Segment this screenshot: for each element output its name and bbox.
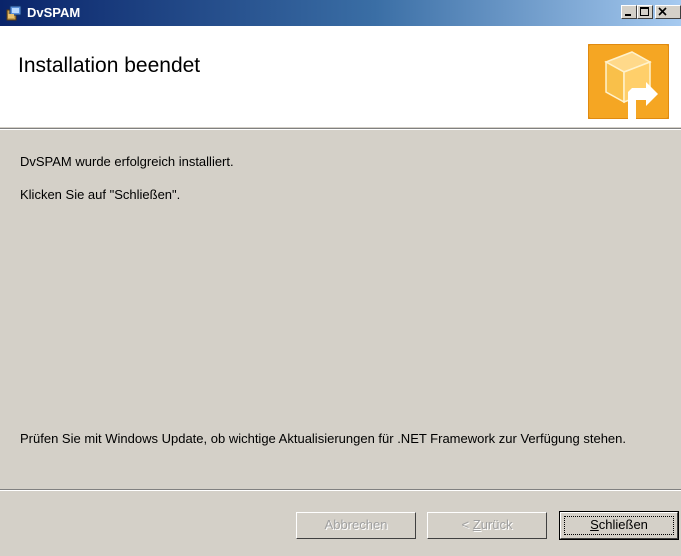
minimize-icon	[625, 14, 631, 16]
installer-icon[interactable]	[6, 5, 22, 21]
page-title: Installation beendet	[18, 54, 201, 77]
close-icon	[658, 7, 667, 16]
header-banner: Installation beendet	[0, 26, 681, 127]
maximize-icon	[640, 7, 649, 16]
back-button[interactable]: < Zurück	[427, 512, 547, 539]
cancel-button[interactable]: Abbrechen	[296, 512, 416, 539]
footer-divider	[0, 489, 681, 491]
back-label: < Zurück	[461, 517, 513, 532]
title-bar[interactable]: DvSPAM	[0, 0, 681, 26]
close-dialog-button[interactable]: Schließen	[559, 511, 679, 540]
window-title: DvSPAM	[27, 5, 81, 20]
instruction-message: Klicken Sie auf "Schließen".	[20, 187, 181, 202]
box-arrow-icon	[588, 44, 669, 119]
close-button[interactable]	[655, 5, 681, 19]
maximize-button[interactable]	[637, 5, 653, 19]
installer-window: DvSPAM Installation beendet DvSPAM wurde…	[0, 0, 681, 556]
close-label: Schließen	[590, 517, 648, 532]
success-message: DvSPAM wurde erfolgreich installiert.	[20, 154, 234, 169]
minimize-button[interactable]	[621, 5, 637, 19]
cancel-label: Abbrechen	[324, 517, 388, 532]
header-divider	[0, 128, 681, 130]
dotnet-update-note: Prüfen Sie mit Windows Update, ob wichti…	[20, 431, 626, 446]
